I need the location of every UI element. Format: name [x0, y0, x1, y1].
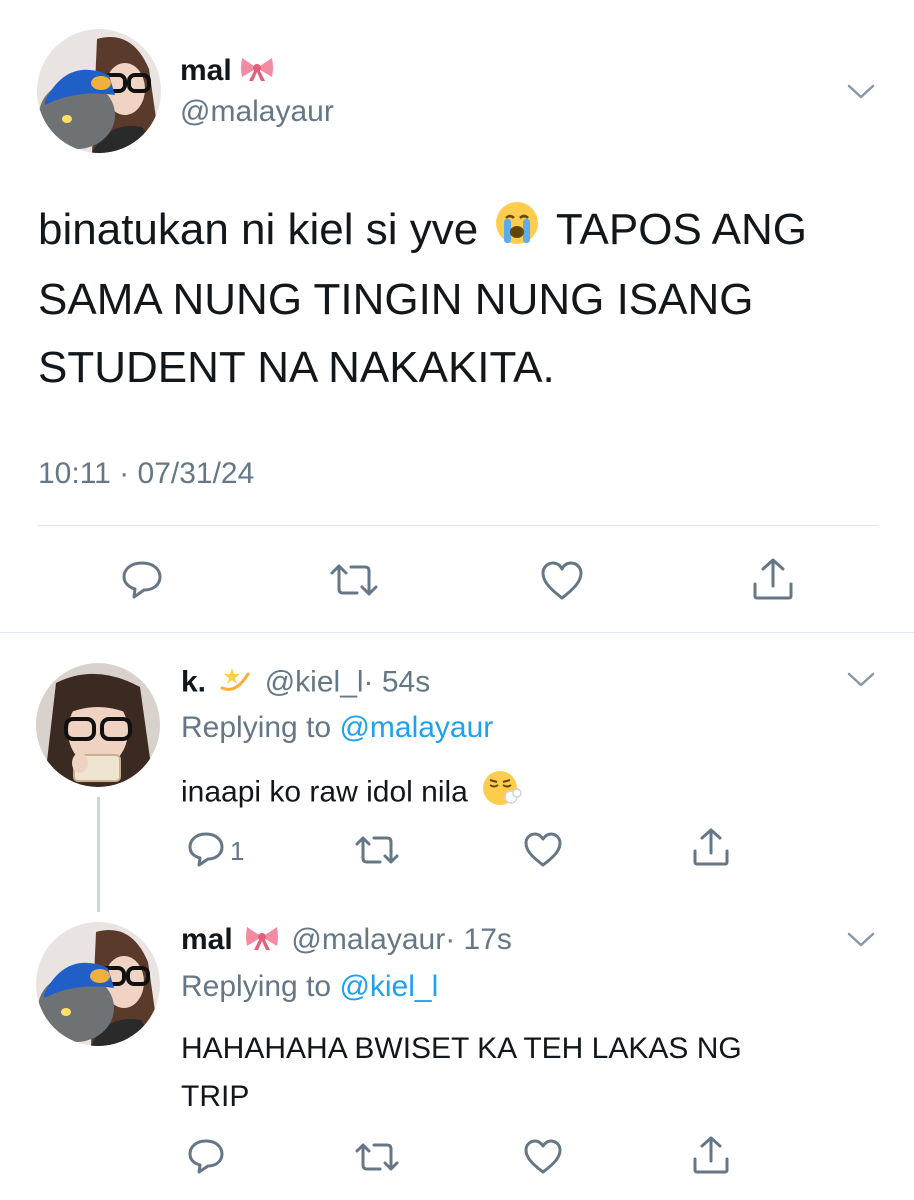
reply2-text-line-2: TRIP: [181, 1080, 250, 1113]
chevron-down-icon[interactable]: [846, 928, 876, 950]
share-icon[interactable]: [750, 556, 796, 602]
retweet-icon[interactable]: [353, 833, 401, 867]
chevron-down-icon[interactable]: [846, 668, 876, 690]
reply2-text-line-1: HAHAHAHA BWISET KA TEH LAKAS NG: [181, 1032, 742, 1065]
reply2-replying-to-link[interactable]: @kiel_l: [339, 970, 438, 1003]
dizzy-emoji: [218, 664, 252, 703]
reply1-text: inaapi ko raw idol nila: [181, 768, 522, 819]
main-tweet-avatar[interactable]: [37, 29, 161, 153]
main-tweet-name[interactable]: mal: [180, 53, 274, 90]
section-divider: [0, 632, 914, 633]
chevron-down-icon[interactable]: [846, 80, 876, 102]
ribbon-emoji: [240, 54, 274, 90]
reply2-header: mal @malayaur· 17s: [181, 922, 512, 959]
reply2-handle[interactable]: @malayaur: [291, 923, 445, 956]
reply2-text: HAHAHAHA BWISET KA TEH LAKAS NG TRIP: [181, 1025, 742, 1121]
reply1-avatar[interactable]: [36, 663, 160, 787]
reply1-header: k. @kiel_l· 54s: [181, 664, 430, 703]
ribbon-emoji: [245, 923, 279, 959]
reply1-handle[interactable]: @kiel_l: [265, 665, 364, 698]
reply1-name[interactable]: k.: [181, 665, 206, 698]
main-tweet-line-2: SAMA NUNG TINGIN NUNG ISANG: [38, 275, 754, 325]
face-exhaling-emoji: [480, 768, 522, 819]
reply1-replying-to: Replying to @malayaur: [181, 711, 494, 744]
main-tweet-line-1: binatukan ni kiel si yve TAPOS ANG: [38, 196, 898, 266]
reply-icon[interactable]: [186, 1138, 226, 1174]
retweet-icon[interactable]: [328, 561, 380, 599]
reply1-replying-to-link[interactable]: @malayaur: [339, 711, 493, 744]
main-tweet-divider: [38, 525, 878, 526]
retweet-icon[interactable]: [353, 1140, 401, 1174]
main-tweet-text: binatukan ni kiel si yve TAPOS ANG SAMA …: [38, 196, 898, 402]
reply2-name[interactable]: mal: [181, 923, 233, 956]
like-icon[interactable]: [522, 1138, 564, 1176]
loudly-crying-face-emoji: [494, 198, 540, 266]
main-tweet-line-3: STUDENT NA NAKAKITA.: [38, 343, 555, 393]
share-icon[interactable]: [690, 1134, 732, 1176]
reply1-time[interactable]: · 54s: [364, 665, 431, 698]
reply2-time[interactable]: · 17s: [445, 923, 512, 956]
like-icon[interactable]: [522, 831, 564, 869]
reply2-replying-to: Replying to @kiel_l: [181, 970, 439, 1003]
main-tweet-timestamp[interactable]: 10:11 · 07/31/24: [38, 456, 254, 492]
main-tweet-handle[interactable]: @malayaur: [180, 94, 334, 130]
thread-line: [97, 797, 100, 912]
reply1-reply-count: 1: [230, 836, 245, 866]
like-icon[interactable]: [539, 560, 585, 602]
reply2-avatar[interactable]: [36, 922, 160, 1046]
reply-icon[interactable]: [186, 831, 226, 867]
share-icon[interactable]: [690, 826, 732, 868]
reply-icon[interactable]: [120, 559, 164, 599]
